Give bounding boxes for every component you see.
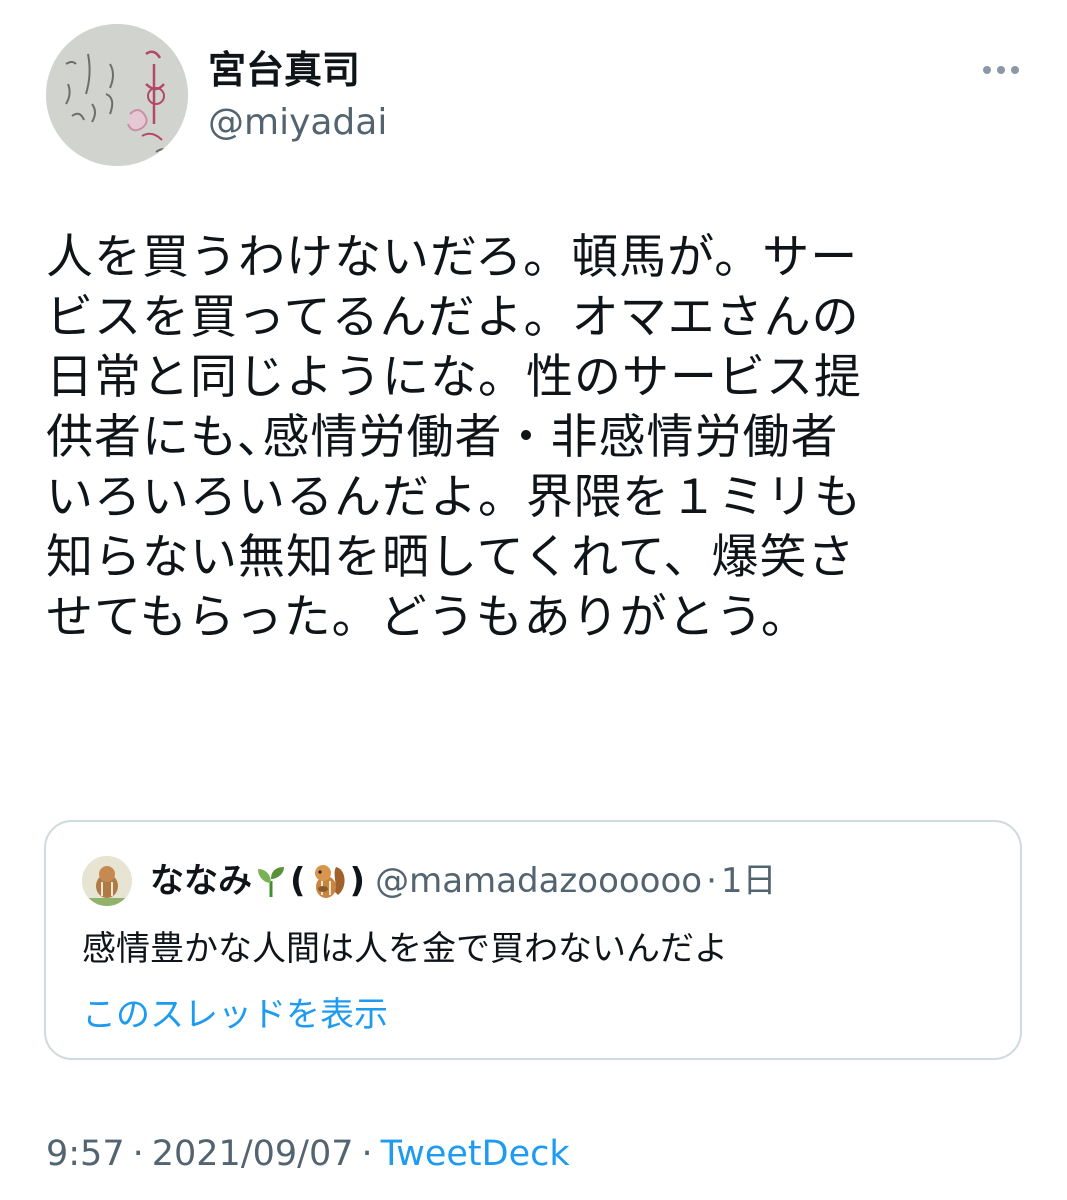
more-horizontal-icon	[983, 66, 991, 74]
tweet-text: 人を買うわけないだろ。頓馬が。サー ビスを買ってるんだよ。オマエさんの 日常と同…	[46, 230, 862, 645]
tweet-time[interactable]: 9:57	[46, 1134, 125, 1174]
more-dot	[1011, 66, 1019, 74]
handwritten-paper-avatar	[46, 24, 188, 166]
quoted-name-paren-open: (	[290, 861, 306, 901]
quoted-time[interactable]: 1日	[721, 858, 777, 904]
show-thread-link[interactable]: このスレッドを表示	[82, 992, 388, 1038]
quoted-author-handle[interactable]: @mamadazoooooo	[375, 858, 702, 904]
meta-separator: ·	[132, 1134, 144, 1174]
tweet-date[interactable]: 2021/09/07	[152, 1134, 354, 1174]
quoted-tweet[interactable]: ななみ ( ) @mamadazoooooo · 1日 感情豊かな人間は人を金で…	[44, 820, 1022, 1060]
quoted-author-avatar[interactable]	[82, 856, 132, 906]
tweet-meta: 9:57 · 2021/09/07 · TweetDeck	[46, 1130, 570, 1178]
quoted-tweet-header: ななみ ( ) @mamadazoooooo · 1日	[150, 858, 777, 904]
chipmunk-icon	[308, 861, 348, 901]
author-handle[interactable]: @miyadai	[208, 100, 387, 146]
meta-separator: ·	[361, 1134, 373, 1174]
author-avatar[interactable]	[46, 24, 188, 166]
tweet: 宮台真司 @miyadai 人を買うわけないだろ。頓馬が。サー ビスを買ってるん…	[0, 0, 1067, 1200]
tweet-source-link[interactable]: TweetDeck	[381, 1134, 570, 1174]
quoted-separator: ·	[706, 861, 717, 901]
more-dot	[997, 66, 1005, 74]
quoted-tweet-text: 感情豊かな人間は人を金で買わないんだよ	[82, 929, 728, 969]
more-options-button[interactable]	[975, 50, 1027, 90]
quoted-name-paren-close: )	[349, 861, 366, 901]
author-display-name[interactable]: 宮台真司	[208, 46, 360, 94]
quoted-author-display-name[interactable]: ななみ	[150, 858, 252, 904]
chipmunk-avatar-icon	[82, 856, 132, 906]
seedling-icon	[254, 863, 288, 899]
